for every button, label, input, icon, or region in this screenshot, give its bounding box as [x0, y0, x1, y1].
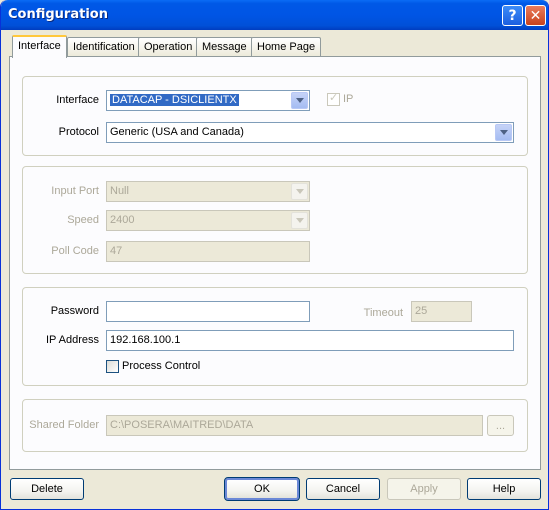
apply-button-label: Apply — [410, 483, 438, 495]
tab-label: Operation — [144, 41, 193, 53]
tab-message[interactable]: Message — [196, 37, 253, 57]
chevron-down-icon[interactable] — [495, 124, 512, 141]
poll-code-label: Poll Code — [51, 245, 99, 257]
close-icon: ✕ — [529, 7, 542, 24]
help-button-label: Help — [492, 483, 516, 495]
timeout-value: 25 — [415, 305, 428, 317]
password-label: Password — [50, 305, 99, 317]
chevron-down-icon — [291, 183, 308, 200]
process-control-checkbox[interactable] — [106, 360, 119, 373]
help-icon: ? — [508, 7, 517, 24]
ip-checkbox[interactable]: ✓ — [327, 92, 340, 106]
ip-address-field[interactable]: 192.168.100.1 — [106, 330, 514, 351]
tab-label: Interface — [18, 40, 61, 52]
input-port-label: Input Port — [51, 185, 99, 197]
cancel-button[interactable]: Cancel — [306, 478, 380, 500]
shared-folder-value: C:\POSERA\MAITRED\DATA — [110, 419, 254, 431]
timeout-field[interactable]: 25 — [411, 301, 472, 322]
configuration-dialog: Configuration ? ✕ Interface Identificati… — [0, 0, 549, 510]
speed-label: Speed — [67, 214, 99, 226]
tab-identification[interactable]: Identification — [67, 37, 141, 57]
window-title: Configuration — [8, 7, 108, 22]
speed-select[interactable]: 2400 — [106, 210, 310, 231]
tab-label: Message — [202, 41, 247, 53]
ip-address-label: IP Address — [46, 334, 99, 346]
interface-group — [22, 76, 528, 156]
protocol-label: Protocol — [58, 126, 99, 138]
input-port-select[interactable]: Null — [106, 181, 310, 202]
tab-interface[interactable]: Interface — [12, 35, 67, 58]
browse-button-label: ... — [495, 420, 506, 432]
tab-home-page[interactable]: Home Page — [251, 37, 322, 57]
protocol-selected-value: Generic (USA and Canada) — [110, 126, 244, 138]
cancel-button-label: Cancel — [325, 483, 361, 495]
shared-folder-field[interactable]: C:\POSERA\MAITRED\DATA — [106, 415, 483, 436]
ip-address-value: 192.168.100.1 — [110, 334, 181, 346]
tab-operation[interactable]: Operation — [138, 37, 199, 57]
poll-code-field[interactable]: 47 — [106, 241, 310, 262]
delete-button[interactable]: Delete — [10, 478, 84, 500]
ok-button-label: OK — [254, 483, 270, 495]
timeout-label: Timeout — [363, 307, 403, 319]
help-button[interactable]: Help — [467, 478, 541, 500]
interface-selected-value: DATACAP - DSICLIENTX — [110, 94, 239, 106]
input-port-value: Null — [110, 185, 129, 197]
apply-button[interactable]: Apply — [387, 478, 461, 500]
ok-button[interactable]: OK — [224, 477, 300, 501]
title-bar[interactable]: Configuration ? ✕ — [1, 0, 548, 30]
process-control-label: Process Control — [122, 360, 201, 372]
chevron-down-icon[interactable] — [291, 92, 308, 109]
help-title-button[interactable]: ? — [502, 5, 523, 26]
browse-folder-button[interactable]: ... — [487, 415, 514, 436]
tab-label: Identification — [73, 41, 135, 53]
checkmark-icon: ✓ — [329, 92, 339, 104]
tab-label: Home Page — [257, 41, 316, 53]
interface-label: Interface — [56, 94, 99, 106]
interface-select[interactable]: DATACAP - DSICLIENTX — [106, 90, 310, 111]
close-button[interactable]: ✕ — [525, 5, 546, 26]
shared-folder-label: Shared Folder — [29, 419, 99, 431]
chevron-down-icon — [291, 212, 308, 229]
ip-checkbox-label: IP — [343, 93, 354, 105]
password-field[interactable] — [106, 301, 310, 322]
speed-value: 2400 — [110, 214, 135, 226]
delete-button-label: Delete — [31, 483, 63, 495]
poll-code-value: 47 — [110, 245, 123, 257]
protocol-select[interactable]: Generic (USA and Canada) — [106, 122, 514, 143]
